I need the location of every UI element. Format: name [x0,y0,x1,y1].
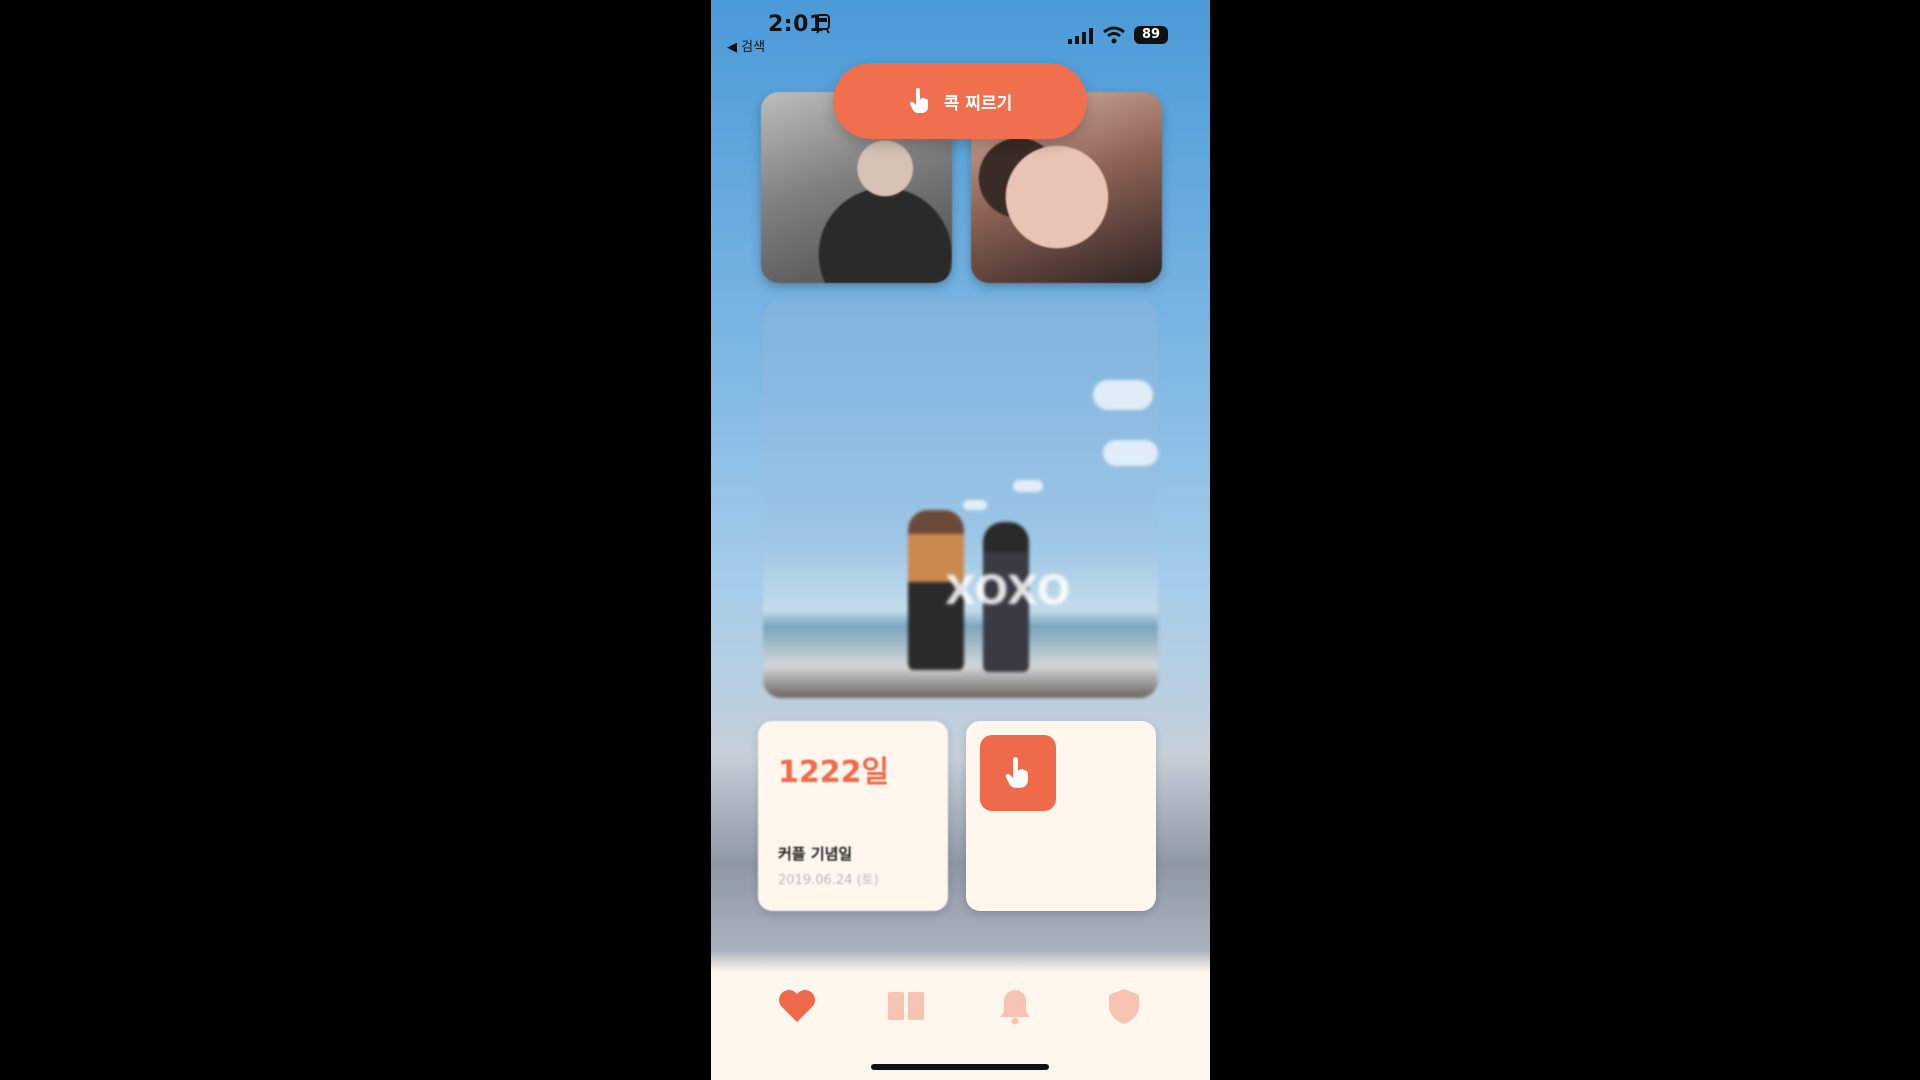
poke-button[interactable]: 콕 찌르기 [833,63,1087,139]
home-indicator [871,1064,1049,1070]
heart-icon [779,990,815,1022]
cloud-shape [963,500,987,510]
cloud-shape [1013,480,1043,492]
status-bar: 2:01 ◀ 검색 89 [711,0,1210,56]
anniversary-label: 커플 기념일 [778,845,853,863]
poke-widget[interactable] [966,721,1156,911]
battery-indicator: 89 [1134,26,1168,44]
wifi-icon [1102,26,1126,44]
hand-pointer-icon [909,88,928,113]
signal-icon [1068,28,1096,44]
poke-button-label: 콕 찌르기 [943,93,1013,114]
anniversary-widget[interactable]: 1222일 커플 기념일 2019.06.24 (토) [758,721,948,911]
bottom-tab-bar [711,972,1210,1080]
shield-icon [1109,989,1139,1024]
back-to-search-link[interactable]: ◀ 검색 [727,36,765,55]
poke-widget-button[interactable] [980,735,1056,811]
anniversary-date: 2019.06.24 (토) [778,873,879,888]
tab-notifications[interactable] [993,984,1037,1028]
cloud-shape [1103,440,1158,466]
hand-pointer-icon [1005,757,1028,788]
tab-diary[interactable] [884,984,928,1028]
tab-privacy[interactable] [1102,984,1146,1028]
tab-home[interactable] [775,984,819,1028]
couple-photo[interactable]: XOXO [763,300,1158,698]
photo-overlay-text: XOXO [945,568,1071,614]
cloud-shape [1093,380,1153,410]
book-icon [888,992,924,1020]
bell-icon [1000,990,1030,1025]
days-counter: 1222일 [778,755,890,790]
app-screen: 2:01 ◀ 검색 89 콕 찌르기 XOXO 1222일 커플 기념일 201… [711,0,1210,1080]
train-icon [816,14,830,34]
